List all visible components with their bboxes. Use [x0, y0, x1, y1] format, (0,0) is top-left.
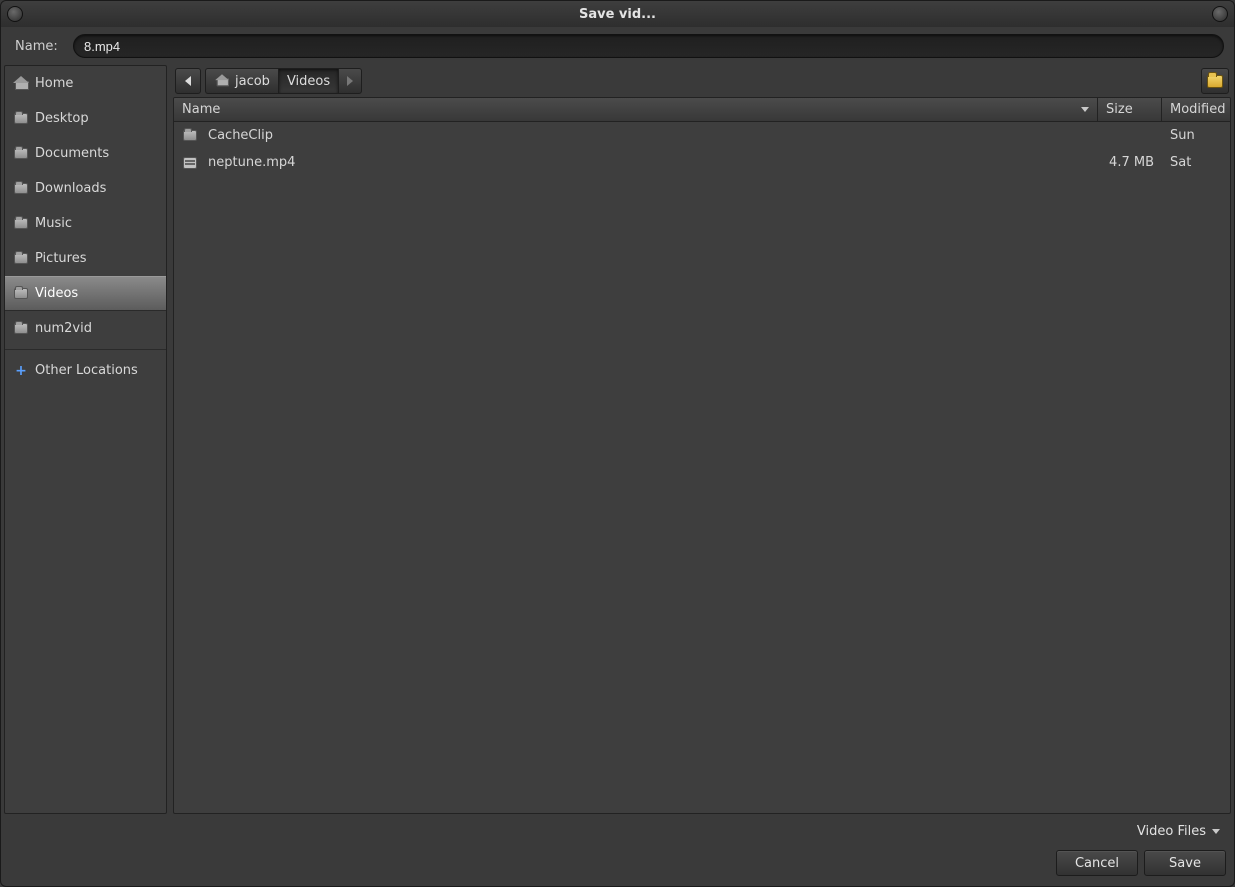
sidebar-item-other-locations[interactable]: + Other Locations [5, 353, 166, 388]
new-folder-icon [1207, 75, 1223, 88]
column-header-modified[interactable]: Modified [1162, 98, 1230, 121]
folder-icon [13, 251, 29, 267]
sidebar-item-label: Home [35, 76, 73, 91]
file-row[interactable]: CacheClip Sun [174, 122, 1230, 149]
column-header-size[interactable]: Size [1098, 98, 1162, 121]
new-folder-button[interactable] [1201, 68, 1229, 94]
column-label: Size [1106, 102, 1133, 117]
save-dialog-window: Save vid... Name: Home Desktop Documents… [0, 0, 1235, 887]
sort-indicator-icon [1081, 107, 1089, 112]
sidebar-item-music[interactable]: Music [5, 206, 166, 241]
file-list-header: Name Size Modified [174, 98, 1230, 122]
sidebar-item-label: Pictures [35, 251, 86, 266]
filename-label: Name: [15, 39, 61, 54]
file-list: Name Size Modified CacheClip [173, 97, 1231, 814]
sidebar-separator [5, 349, 166, 350]
sidebar-item-label: Desktop [35, 111, 89, 126]
main-pane: jacob Videos Name [173, 65, 1231, 814]
sidebar-item-downloads[interactable]: Downloads [5, 171, 166, 206]
sidebar-item-label: Videos [35, 286, 78, 301]
filename-input[interactable] [73, 34, 1224, 58]
breadcrumb-group: jacob Videos [205, 68, 362, 94]
sidebar-item-label: Other Locations [35, 363, 138, 378]
dialog-footer: Video Files Cancel Save [1, 814, 1234, 886]
file-modified: Sat [1162, 155, 1230, 170]
button-label: Save [1169, 856, 1201, 871]
sidebar-item-documents[interactable]: Documents [5, 136, 166, 171]
arrow-right-icon [347, 76, 353, 86]
sidebar-item-num2vid[interactable]: num2vid [5, 311, 166, 346]
file-size: 4.7 MB [1098, 155, 1162, 170]
sidebar-item-videos[interactable]: Videos [5, 276, 166, 311]
breadcrumb-jacob[interactable]: jacob [205, 68, 278, 94]
folder-icon [13, 111, 29, 127]
sidebar-item-desktop[interactable]: Desktop [5, 101, 166, 136]
file-name: CacheClip [208, 128, 273, 143]
titlebar[interactable]: Save vid... [1, 1, 1234, 27]
folder-icon [13, 216, 29, 232]
sidebar-item-home[interactable]: Home [5, 66, 166, 101]
folder-icon [13, 286, 29, 302]
folder-icon [13, 146, 29, 162]
sidebar-item-label: num2vid [35, 321, 92, 336]
home-icon [13, 76, 29, 92]
arrow-left-icon [185, 76, 191, 86]
sidebar-item-label: Documents [35, 146, 109, 161]
window-title: Save vid... [579, 7, 656, 22]
home-icon [214, 73, 230, 89]
file-type-filter[interactable]: Video Files [1127, 820, 1226, 842]
cancel-button[interactable]: Cancel [1056, 850, 1138, 876]
save-button[interactable]: Save [1144, 850, 1226, 876]
file-name: neptune.mp4 [208, 155, 295, 170]
path-bar: jacob Videos [173, 65, 1231, 97]
places-sidebar: Home Desktop Documents Downloads Music P… [4, 65, 167, 814]
window-button-left[interactable] [7, 6, 23, 22]
breadcrumb-label: Videos [287, 74, 330, 89]
chevron-down-icon [1212, 829, 1220, 834]
path-back-button[interactable] [175, 68, 201, 94]
filename-row: Name: [1, 27, 1234, 65]
sidebar-item-label: Downloads [35, 181, 106, 196]
column-label: Modified [1170, 102, 1225, 117]
breadcrumb-label: jacob [235, 74, 270, 89]
breadcrumb-videos[interactable]: Videos [278, 68, 338, 94]
filter-label: Video Files [1137, 824, 1206, 839]
breadcrumb-forward[interactable] [338, 68, 362, 94]
folder-icon [182, 128, 198, 144]
column-header-name[interactable]: Name [174, 98, 1098, 121]
folder-icon [13, 181, 29, 197]
file-row[interactable]: neptune.mp4 4.7 MB Sat [174, 149, 1230, 176]
file-modified: Sun [1162, 128, 1230, 143]
column-label: Name [182, 102, 220, 117]
video-file-icon [182, 155, 198, 171]
dialog-body: Home Desktop Documents Downloads Music P… [1, 65, 1234, 814]
button-label: Cancel [1075, 856, 1119, 871]
plus-icon: + [13, 363, 29, 379]
window-button-right[interactable] [1212, 6, 1228, 22]
folder-icon [13, 321, 29, 337]
sidebar-item-label: Music [35, 216, 72, 231]
sidebar-item-pictures[interactable]: Pictures [5, 241, 166, 276]
file-list-body[interactable]: CacheClip Sun neptune.mp4 4.7 MB Sat [174, 122, 1230, 813]
